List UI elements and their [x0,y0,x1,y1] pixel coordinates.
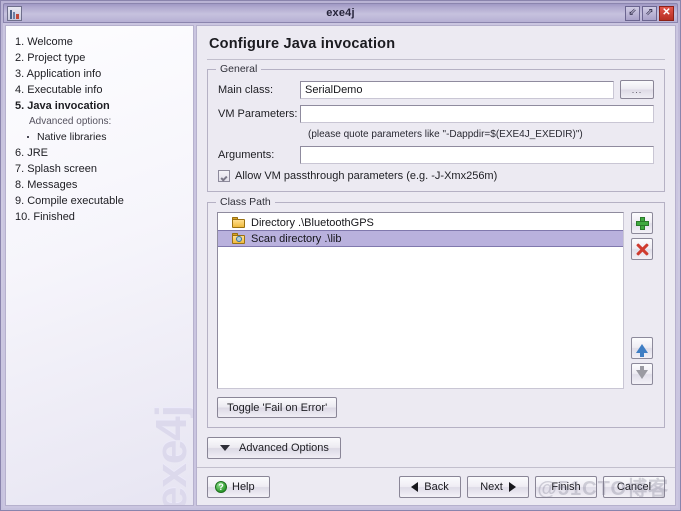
toggle-fail-on-error-button[interactable]: Toggle 'Fail on Error' [217,397,338,418]
advanced-options-button[interactable]: Advanced Options [207,437,341,459]
general-group: General Main class: ... VM Parameters: (… [207,63,665,192]
window-title: exe4j [326,7,355,19]
sidebar-item-compile-executable[interactable]: 9. Compile executable [15,193,193,209]
scan-folder-icon [232,233,245,244]
classpath-list[interactable]: Directory .\BluetoothGPS Scan directory … [217,212,624,389]
classpath-group-legend: Class Path [216,196,275,208]
vm-parameters-hint: (please quote parameters like "-Dappdir=… [308,129,583,140]
finish-button[interactable]: Finish [535,476,597,498]
chevron-down-icon [220,445,230,451]
passthrough-label: Allow VM passthrough parameters (e.g. -J… [235,170,498,182]
help-button-label: Help [232,481,255,493]
arrow-left-icon [411,482,419,492]
navigation-buttons: Back Next Finish Cancel [399,476,665,498]
page-title: Configure Java invocation [209,36,396,52]
arrow-down-icon [636,365,648,379]
main-panel: Configure Java invocation General Main c… [196,25,676,506]
move-down-button[interactable] [631,363,653,385]
wizard-sidebar: 1. Welcome 2. Project type 3. Applicatio… [5,25,194,506]
main-class-row: Main class: ... [218,80,654,99]
arrow-up-icon [636,343,648,357]
sidebar-item-messages[interactable]: 8. Messages [15,177,193,193]
list-item[interactable]: Directory .\BluetoothGPS [218,215,623,230]
arguments-row: Arguments: [218,146,654,164]
maximize-icon[interactable]: ⇗ [642,5,657,21]
help-icon: ? [215,481,227,493]
app-icon [7,5,22,21]
title-divider [207,59,665,60]
add-entry-button[interactable] [631,212,653,234]
close-icon[interactable]: ✕ [659,5,674,21]
advanced-options-label: Advanced Options [239,442,329,454]
sidebar-item-executable-info[interactable]: 4. Executable info [15,82,193,98]
passthrough-checkbox[interactable] [218,170,230,182]
main-class-label: Main class: [218,83,274,96]
sidebar-label-advanced-options: Advanced options: [29,116,112,127]
sidebar-item-native-libraries[interactable]: Native libraries [15,129,193,145]
back-button-label: Back [424,481,449,493]
window-body: 1. Welcome 2. Project type 3. Applicatio… [3,23,678,508]
main-class-input[interactable] [300,80,614,99]
back-button[interactable]: Back [399,476,461,498]
arrow-right-icon [508,482,516,492]
sidebar-watermark: exe4j [147,405,194,506]
classpath-area: Directory .\BluetoothGPS Scan directory … [217,212,655,389]
remove-entry-button[interactable] [631,238,653,260]
wizard-step-list: 1. Welcome 2. Project type 3. Applicatio… [6,26,193,225]
footer-divider [197,467,675,468]
list-item-label: Directory .\BluetoothGPS [251,216,374,229]
plus-icon [635,216,649,230]
vm-parameters-input[interactable] [300,105,654,123]
sidebar-item-application-info[interactable]: 3. Application info [15,66,193,82]
next-button[interactable]: Next [467,476,529,498]
sidebar-item-project-type[interactable]: 2. Project type [15,50,193,66]
sidebar-item-splash-screen[interactable]: 7. Splash screen [15,161,193,177]
title-bar: exe4j ⇙ ⇗ ✕ [3,3,678,23]
next-button-label: Next [480,481,503,493]
passthrough-row[interactable]: Allow VM passthrough parameters (e.g. -J… [218,170,654,182]
move-up-button[interactable] [631,337,653,359]
classpath-toolbar [629,212,655,389]
sidebar-item-jre[interactable]: 6. JRE [15,145,193,161]
arguments-input[interactable] [300,146,654,164]
list-item[interactable]: Scan directory .\lib [218,230,623,247]
cancel-button[interactable]: Cancel [603,476,665,498]
delete-x-icon [636,243,649,256]
help-button[interactable]: ? Help [207,476,270,498]
browse-main-class-button[interactable]: ... [620,80,654,99]
list-item-label: Scan directory .\lib [251,232,342,245]
general-group-legend: General [216,63,262,75]
folder-icon [232,217,245,228]
classpath-group: Class Path Directory .\BluetoothGPS Scan… [207,196,665,428]
vm-parameters-label: VM Parameters: [218,108,298,120]
footer-bar: ? Help Back Next Finish Cancel [207,475,665,499]
minimize-icon[interactable]: ⇙ [625,5,640,21]
sidebar-item-welcome[interactable]: 1. Welcome [15,34,193,50]
application-window: exe4j ⇙ ⇗ ✕ 1. Welcome 2. Project type 3… [0,0,681,511]
sidebar-item-java-invocation[interactable]: 5. Java invocation [15,98,193,114]
vm-parameters-row: VM Parameters: [218,105,654,123]
sidebar-item-finished[interactable]: 10. Finished [15,209,193,225]
arguments-label: Arguments: [218,149,275,161]
window-controls: ⇙ ⇗ ✕ [625,5,674,21]
